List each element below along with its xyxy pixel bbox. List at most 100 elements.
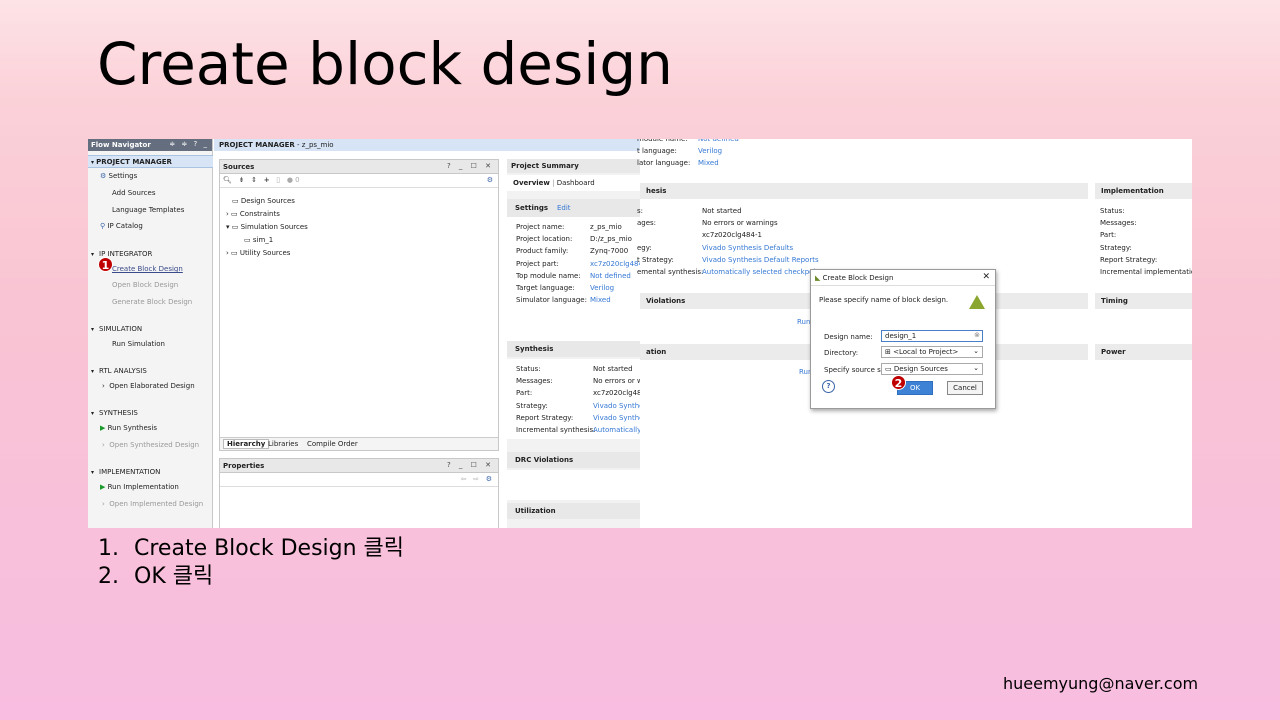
synthesis-detail-value[interactable]: Vivado Synthesis Defaults [702, 244, 793, 252]
directory-select[interactable]: ⊞ <Local to Project> ⌄ [881, 346, 983, 358]
help-button[interactable]: ? [822, 380, 835, 393]
gear-icon[interactable]: ⚙ [487, 176, 493, 184]
properties-toolbar: ⇦ ⇨ ⚙ [220, 473, 498, 487]
sidebar-section-project-manager[interactable]: ▾ PROJECT MANAGER [88, 155, 213, 168]
synthesis-header: Synthesis [507, 341, 640, 357]
implementation-row-key: Report Strategy: [1100, 255, 1158, 264]
source-count: 0 [295, 176, 300, 184]
clear-icon[interactable]: ⊗ [974, 331, 980, 339]
step-number: 1. [98, 536, 119, 561]
section-label: IMPLEMENTATION [99, 468, 161, 476]
project-row-key: module name: [637, 139, 688, 143]
drc-section [507, 470, 641, 500]
synthesis-detail-value: No errors or warnings [702, 219, 778, 228]
sidebar-section-simulation[interactable]: ▾ SIMULATION [91, 325, 142, 333]
cancel-button[interactable]: Cancel [947, 381, 983, 395]
synthesis-detail-value[interactable]: Vivado Synthesis Default Reports [702, 256, 819, 264]
sidebar-item-generate-block-design[interactable]: Generate Block Design [112, 298, 192, 306]
sidebar-section-implementation[interactable]: ▾ IMPLEMENTATION [91, 468, 160, 476]
close-icon[interactable]: ✕ [982, 272, 990, 282]
add-icon[interactable]: + [264, 176, 270, 184]
sidebar-section-rtl-analysis[interactable]: ▾ RTL ANALYSIS [91, 367, 147, 375]
chevron-down-icon: ▾ [91, 410, 95, 417]
timing-bar: Timing [1095, 293, 1192, 309]
panel-window-controls[interactable]: ? _ ☐ ✕ [447, 162, 494, 170]
sidebar-item-open-implemented-design[interactable]: › Open Implemented Design [102, 500, 203, 508]
folder-icon: ▭ [244, 236, 251, 244]
step-number: 2. [98, 564, 119, 589]
directory-value: <Local to Project> [893, 348, 959, 356]
sidebar-item-add-sources[interactable]: Add Sources [112, 189, 155, 197]
project-row-value[interactable]: Mixed [698, 159, 719, 167]
collapse-all-icon[interactable]: ⇟ [239, 176, 245, 184]
source-set-select[interactable]: ▭ Design Sources ⌄ [881, 363, 983, 375]
flow-navigator-title: Flow Navigator [91, 141, 151, 149]
tree-item-label: sim_1 [252, 236, 274, 244]
tab-libraries[interactable]: Libraries [268, 440, 298, 448]
forward-arrow-icon[interactable]: ⇨ [473, 475, 479, 483]
tab-overview[interactable]: Overview [513, 179, 550, 187]
settings-row-key: Simulator language: [516, 296, 587, 305]
design-name-input[interactable]: design_1 ⊗ [881, 330, 983, 342]
tree-item-design-sources[interactable]: ▭ Design Sources [232, 197, 295, 205]
search-icon[interactable]: 🔍︎ [223, 176, 232, 184]
tab-dashboard[interactable]: Dashboard [557, 179, 595, 187]
synthesis-row-value[interactable]: Vivado Synthes [593, 414, 647, 422]
tree-item-utility-sources[interactable]: › ▭ Utility Sources [226, 249, 290, 257]
tab-compile-order[interactable]: Compile Order [307, 440, 358, 448]
sidebar-item-label: Open Implemented Design [109, 500, 204, 508]
chevron-right-icon: › [102, 500, 105, 508]
flow-navigator-header-icons[interactable]: ≑ ≑ ? _ [169, 140, 209, 148]
chevron-down-icon: ⌄ [973, 347, 979, 355]
sidebar-item-open-synthesized-design[interactable]: › Open Synthesized Design [102, 441, 199, 449]
sidebar-item-open-block-design[interactable]: Open Block Design [112, 281, 178, 289]
project-row-value[interactable]: Verilog [698, 147, 722, 155]
power-bar: Power [1095, 344, 1192, 360]
synthesis-detail-key: t Strategy: [637, 255, 674, 264]
sidebar-item-run-implementation[interactable]: ▶ Run Implementation [100, 483, 179, 491]
settings-row-value[interactable]: Mixed [590, 296, 611, 304]
sidebar-item-run-simulation[interactable]: Run Simulation [112, 340, 165, 348]
sidebar-item-create-block-design[interactable]: Create Block Design [112, 265, 183, 273]
edit-link[interactable]: Edit [557, 204, 571, 212]
sidebar-item-label: IP Catalog [107, 222, 143, 230]
sidebar-section-synthesis[interactable]: ▾ SYNTHESIS [91, 409, 138, 417]
gear-icon[interactable]: ⚙ [486, 475, 492, 483]
back-arrow-icon[interactable]: ⇦ [461, 475, 467, 483]
project-row-key: t language: [637, 147, 677, 155]
synthesis-row-value[interactable]: Vivado Synthes [593, 402, 647, 410]
chevron-down-icon: ▾ [91, 469, 95, 476]
panel-window-controls[interactable]: ? _ ☐ ✕ [447, 461, 494, 469]
tree-item-simulation-sources[interactable]: ▾ ▭ Simulation Sources [226, 223, 308, 231]
sidebar-item-open-elaborated-design[interactable]: › Open Elaborated Design [102, 382, 195, 390]
tree-item-constraints[interactable]: › ▭ Constraints [226, 210, 280, 218]
section-label: RTL ANALYSIS [99, 367, 147, 375]
sidebar-item-run-synthesis[interactable]: ▶ Run Synthesis [100, 424, 157, 432]
folder-icon: ▭ [231, 249, 238, 257]
project-summary-title: Project Summary [507, 159, 641, 173]
sidebar-item-settings[interactable]: ⚙ Settings [100, 172, 137, 180]
project-row-value[interactable]: Not defined [698, 139, 739, 143]
section-label: SYNTHESIS [99, 409, 138, 417]
chevron-right-icon: › [226, 210, 229, 218]
sidebar-item-ip-catalog[interactable]: ⚲ IP Catalog [100, 222, 143, 230]
tree-item-sim-1[interactable]: ▭ sim_1 [244, 236, 273, 244]
settings-row-value[interactable]: Verilog [590, 284, 614, 292]
folder-icon: ▭ [231, 210, 238, 218]
sidebar-item-language-templates[interactable]: Language Templates [112, 206, 184, 214]
expand-all-icon[interactable]: ⇕ [251, 176, 257, 184]
synthesis-row-value[interactable]: Automatically s [593, 426, 647, 434]
run-link[interactable]: Run [797, 318, 810, 326]
settings-row-value[interactable]: Not defined [590, 272, 631, 280]
synthesis-row-key: Strategy: [516, 401, 548, 410]
document-icon[interactable]: ▯ [276, 176, 280, 184]
synthesis-detail-value[interactable]: Automatically selected checkpoint [702, 268, 823, 276]
folder-icon: ▭ [231, 223, 239, 231]
sidebar-item-label: Run Synthesis [107, 424, 158, 432]
chevron-down-icon: ▾ [91, 326, 95, 333]
sidebar-section-ip-integrator[interactable]: ▾ IP INTEGRATOR [91, 250, 152, 258]
synthesis-row-key: Status: [516, 365, 541, 373]
tab-hierarchy[interactable]: Hierarchy [223, 439, 270, 449]
implementation-row-key: Status: [1100, 207, 1125, 215]
properties-panel: Properties ? _ ☐ ✕ ⇦ ⇨ ⚙ [219, 458, 499, 528]
